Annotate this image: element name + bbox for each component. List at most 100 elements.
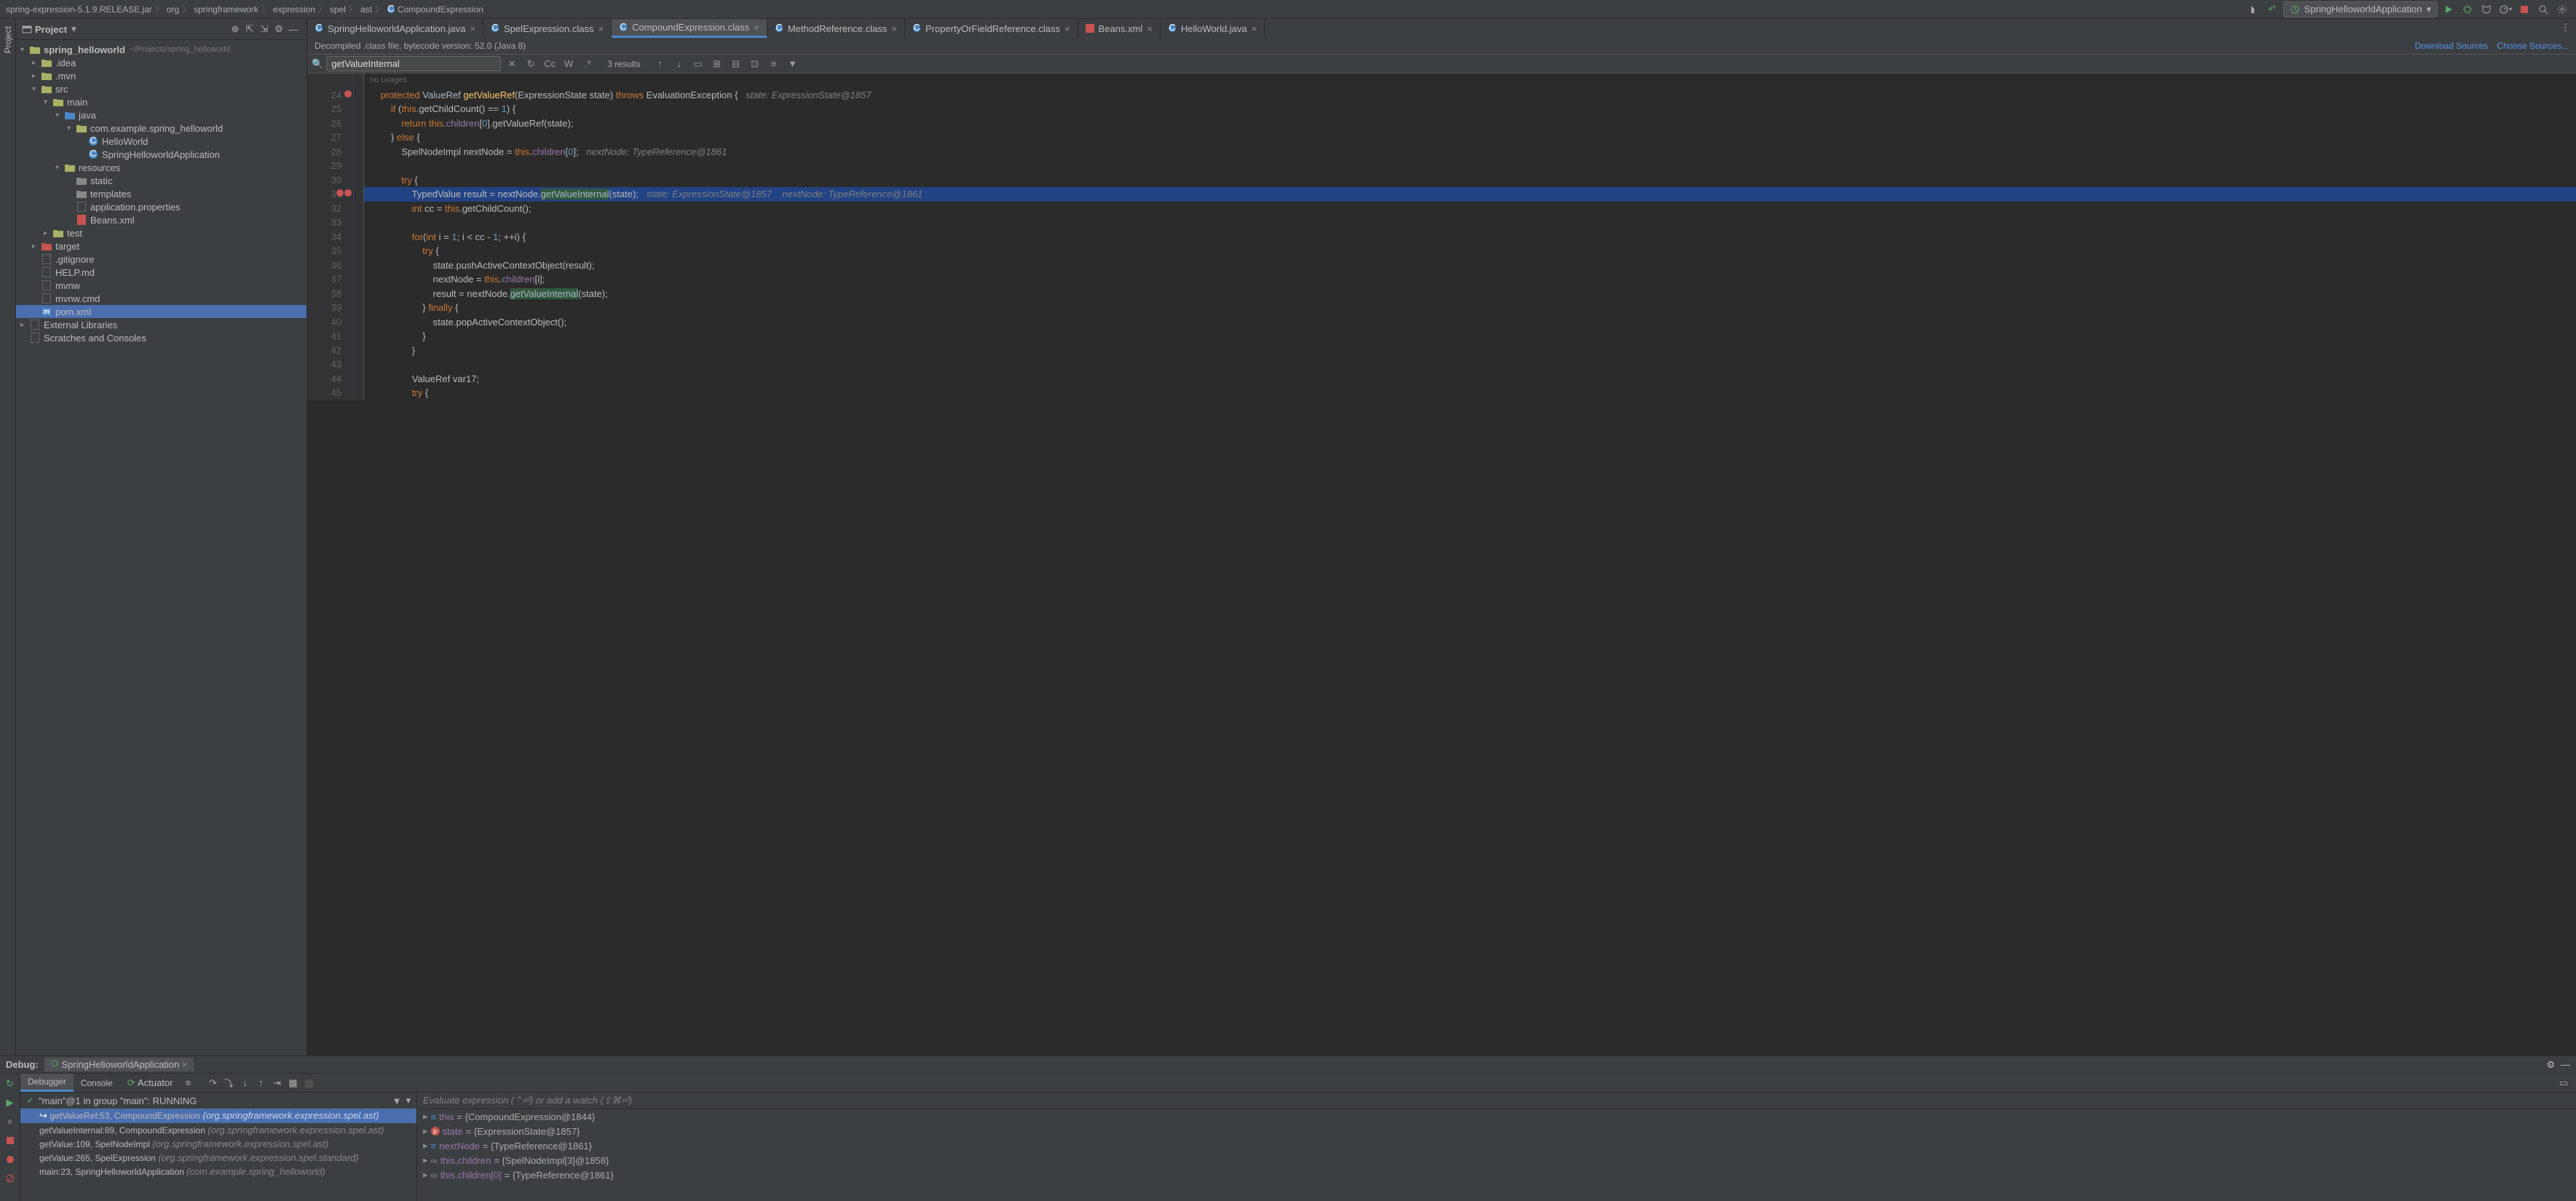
tree-item[interactable]: ▾java (16, 108, 307, 122)
editor-tab[interactable]: CMethodReference.class× (767, 19, 905, 38)
line-number[interactable]: 44 (307, 372, 354, 387)
view-breakpoints-icon[interactable] (3, 1152, 17, 1167)
tree-arrow-icon[interactable]: ▸ (44, 229, 52, 237)
resume-icon[interactable]: ▶ (3, 1095, 17, 1110)
line-number[interactable]: 38 (307, 287, 354, 301)
editor-tab[interactable]: CPropertyOrFieldReference.class× (905, 19, 1078, 38)
line-number[interactable]: 30 (307, 173, 354, 188)
stack-frame[interactable]: getValue:265, SpelExpression (org.spring… (20, 1151, 416, 1165)
close-tab-icon[interactable]: × (1147, 23, 1153, 34)
code-line[interactable]: 36 state.pushActiveContextObject(result)… (307, 258, 2576, 273)
stack-frame[interactable]: main:23, SpringHelloworldApplication (co… (20, 1165, 416, 1178)
tree-item[interactable]: CSpringHelloworldApplication (16, 148, 307, 161)
tree-arrow-icon[interactable]: ▸ (32, 242, 41, 250)
code-line[interactable]: 24 protected ValueRef getValueRef(Expres… (307, 88, 2576, 103)
close-tab-icon[interactable]: × (470, 23, 475, 34)
code-line[interactable]: 30 try { (307, 173, 2576, 188)
mute-breakpoints-icon[interactable] (3, 1171, 17, 1186)
run-button[interactable] (2441, 1, 2457, 17)
breadcrumb-item[interactable]: org (167, 4, 179, 15)
tree-item[interactable]: .gitignore (16, 253, 307, 266)
line-number[interactable]: 39 (307, 301, 354, 315)
line-number[interactable]: 37 (307, 272, 354, 287)
line-number[interactable]: 28 (307, 145, 354, 159)
code-editor[interactable]: no usages 24 protected ValueRef getValue… (307, 74, 2576, 1055)
code-line[interactable]: 28 SpelNodeImpl nextNode = this.children… (307, 145, 2576, 159)
tree-item[interactable]: templates (16, 187, 307, 200)
tree-arrow-icon[interactable]: ▾ (20, 46, 29, 54)
select-all-icon[interactable]: ▭ (690, 57, 706, 71)
next-match-icon[interactable]: ↓ (671, 57, 687, 71)
clear-find-icon[interactable]: ✕ (504, 57, 520, 71)
breakpoint-icon[interactable] (336, 189, 352, 197)
tree-item[interactable]: application.properties (16, 200, 307, 213)
layout-icon[interactable]: ▭ (2556, 1075, 2572, 1091)
chevron-down-icon[interactable]: ▾ (71, 23, 76, 35)
rerun-icon[interactable]: ↻ (3, 1077, 17, 1091)
filter-icon[interactable]: ▼ (785, 57, 801, 71)
editor-tab[interactable]: CCompoundExpression.class× (612, 19, 767, 38)
code-line[interactable]: 37 nextNode = this.children[i]; (307, 272, 2576, 287)
step-into-icon[interactable]: ↓ (237, 1075, 253, 1091)
tree-item[interactable]: static (16, 174, 307, 187)
code-line[interactable]: 40 state.popActiveContextObject(); (307, 315, 2576, 330)
line-number[interactable]: 40 (307, 315, 354, 330)
multiline-icon[interactable]: ≡ (766, 57, 782, 71)
editor-tab[interactable]: CSpelExpression.class× (483, 19, 612, 38)
choose-sources-link[interactable]: Choose Sources... (2497, 41, 2569, 51)
eval-input[interactable]: Evaluate expression (⌃⏎) or add a watch … (417, 1093, 2576, 1109)
tree-arrow-icon[interactable]: ▾ (55, 111, 64, 119)
line-number[interactable]: 29 (307, 159, 354, 173)
breakpoint-icon[interactable] (344, 90, 352, 98)
tree-item[interactable]: Scratches and Consoles (16, 331, 307, 344)
add-selection-icon[interactable]: ⊞ (709, 57, 725, 71)
line-number[interactable]: 34 (307, 230, 354, 245)
tree-arrow-icon[interactable]: ▾ (55, 164, 64, 172)
toggle-selection-icon[interactable]: ⊡ (747, 57, 763, 71)
run-to-cursor-icon[interactable]: ⇥ (269, 1075, 285, 1091)
code-line[interactable]: 39 } finally { (307, 301, 2576, 315)
code-line[interactable]: 25 if (this.getChildCount() == 1) { (307, 102, 2576, 116)
editor-tab[interactable]: Beans.xml× (1078, 19, 1161, 38)
tab-actuator[interactable]: ⟳ Actuator (120, 1074, 181, 1092)
breadcrumb-item[interactable]: spel (330, 4, 346, 15)
close-tab-icon[interactable]: × (1252, 23, 1257, 34)
debug-button[interactable] (2460, 1, 2476, 17)
line-number[interactable]: 25 (307, 102, 354, 116)
coverage-button[interactable] (2478, 1, 2494, 17)
remove-selection-icon[interactable]: ⊟ (728, 57, 744, 71)
breadcrumb-item[interactable]: spring-expression-5.1.9.RELEASE.jar (6, 4, 152, 15)
stop-button[interactable] (2516, 1, 2532, 17)
tree-item[interactable]: ▸External Libraries (16, 318, 307, 331)
code-line[interactable]: 41 } (307, 329, 2576, 344)
gear-icon[interactable]: ⚙ (272, 22, 286, 36)
tree-item[interactable]: ▸.idea (16, 56, 307, 69)
editor-tab[interactable]: CSpringHelloworldApplication.java× (307, 19, 483, 38)
code-line[interactable]: 45 try { (307, 386, 2576, 400)
profile-button[interactable]: ▾ (2497, 1, 2513, 17)
variable-row[interactable]: ▸ ≡ this = {CompoundExpression@1844} (417, 1109, 2576, 1124)
thread-row[interactable]: ✓ "main"@1 in group "main": RUNNING ▼ ▾ (20, 1093, 416, 1109)
line-number[interactable]: 24 (307, 88, 354, 103)
back-nav-icon[interactable]: ↶ (2264, 1, 2280, 17)
tree-item[interactable]: Beans.xml (16, 213, 307, 226)
eval-expr-icon[interactable]: ▦ (285, 1075, 301, 1091)
expand-all-icon[interactable]: ⇱ (242, 22, 257, 36)
tree-item[interactable]: mpom.xml (16, 305, 307, 318)
download-sources-link[interactable]: Download Sources (2415, 41, 2489, 51)
trace-icon[interactable]: ▤ (301, 1075, 317, 1091)
stack-frame[interactable]: ↪ getValueRef:53, CompoundExpression (or… (20, 1109, 416, 1123)
tree-item[interactable]: ▸test (16, 226, 307, 239)
prev-match-icon[interactable]: ↑ (652, 57, 668, 71)
debug-hide-icon[interactable]: — (2561, 1059, 2570, 1070)
code-line[interactable]: 38 result = nextNode.getValueInternal(st… (307, 287, 2576, 301)
tree-item[interactable]: ▸.mvn (16, 69, 307, 82)
code-line[interactable]: 26 return this.children[0].getValueRef(s… (307, 116, 2576, 131)
tree-item[interactable]: CHelloWorld (16, 135, 307, 148)
settings-icon[interactable] (2554, 1, 2570, 17)
line-number[interactable]: 36 (307, 258, 354, 273)
tree-arrow-icon[interactable]: ▸ (32, 59, 41, 67)
tree-arrow-icon[interactable]: ▾ (32, 85, 41, 93)
tab-console[interactable]: Console (74, 1075, 120, 1091)
variable-row[interactable]: ▸ ≡ nextNode = {TypeReference@1861} (417, 1138, 2576, 1153)
